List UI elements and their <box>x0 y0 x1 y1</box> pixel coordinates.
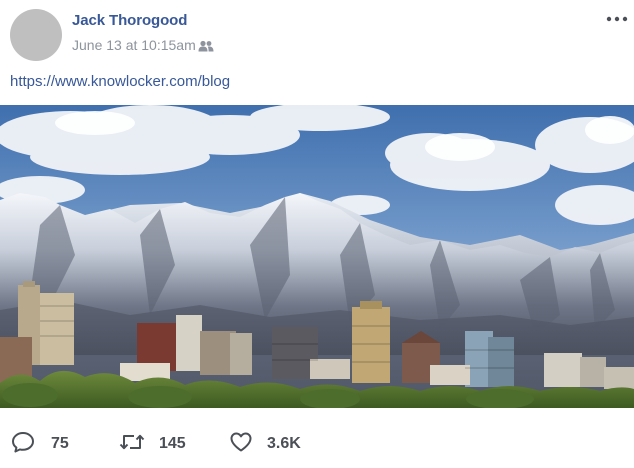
post-meta: June 13 at 10:15am <box>72 37 214 53</box>
more-options-icon[interactable] <box>600 9 634 29</box>
author-name[interactable]: Jack Thorogood <box>72 12 187 29</box>
social-post: Jack Thorogood June 13 at 10:15am https:… <box>0 0 634 468</box>
avatar[interactable] <box>10 9 62 61</box>
retweet-count: 145 <box>159 435 186 452</box>
post-link[interactable]: https://www.knowlocker.com/blog <box>10 73 230 90</box>
reply-count: 75 <box>51 435 69 452</box>
retweet-button[interactable]: 145 <box>119 424 186 464</box>
action-bar: 75 145 3.6K <box>0 424 634 464</box>
like-button[interactable]: 3.6K <box>230 424 301 464</box>
friends-icon <box>198 39 214 52</box>
retweet-icon <box>119 431 145 458</box>
timestamp[interactable]: June 13 at 10:15am <box>72 37 196 53</box>
heart-icon <box>230 432 252 457</box>
like-count: 3.6K <box>267 435 301 452</box>
comment-icon <box>11 431 35 458</box>
city-skyline-mountains-photo[interactable] <box>0 105 634 408</box>
reply-button[interactable]: 75 <box>11 424 69 464</box>
